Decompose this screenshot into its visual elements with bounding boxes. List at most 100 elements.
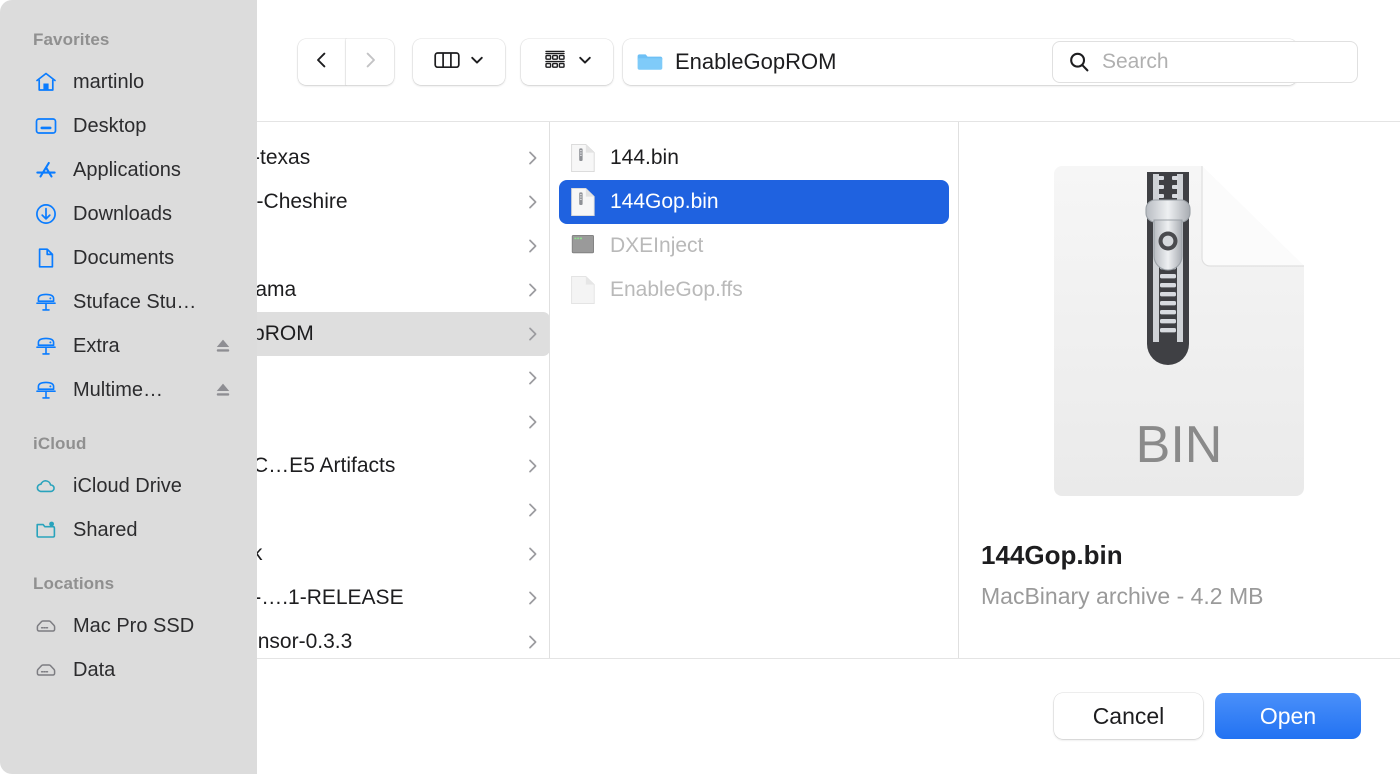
chevron-right-icon	[527, 149, 539, 167]
sidebar-item-label: Shared	[73, 518, 138, 541]
disk-icon	[33, 613, 59, 639]
list-item[interactable]	[257, 224, 549, 268]
column-browser: nights-texas r Lane-Cheshire	[257, 122, 1400, 658]
applications-icon	[33, 157, 59, 183]
folder-name: rance	[257, 366, 519, 390]
search-field[interactable]	[1052, 41, 1358, 83]
binary-file-icon	[570, 187, 596, 217]
file-name: EnableGop.ffs	[610, 278, 743, 301]
file-row[interactable]: EnableGop.ffs	[559, 268, 949, 312]
sidebar: Favorites martinlo Desktop Applications …	[0, 0, 257, 774]
chevron-right-icon	[527, 325, 539, 343]
sidebar-item-stuface-studio[interactable]: Stuface Stu…	[0, 280, 257, 324]
open-button[interactable]: Open	[1215, 693, 1361, 739]
chevron-right-icon	[527, 193, 539, 211]
folder-name: Man	[257, 410, 519, 434]
search-input[interactable]	[1102, 50, 1332, 74]
sidebar-section-title-favorites: Favorites	[33, 30, 110, 49]
chevron-right-icon	[527, 281, 539, 299]
chevron-right-icon	[527, 501, 539, 519]
disk-icon	[33, 657, 59, 683]
sidebar-item-label: martinlo	[73, 70, 145, 93]
folder-name: :OS XC…E5 Artifacts	[257, 454, 396, 477]
server-icon	[33, 333, 59, 359]
sidebar-group-favorites: Favorites martinlo Desktop Applications …	[0, 30, 257, 412]
shared-folder-icon	[33, 517, 59, 543]
sidebar-item-label: Mac Pro SSD	[73, 614, 195, 637]
sidebar-item-multimedia[interactable]: Multime…	[0, 368, 257, 412]
list-item[interactable]: nCore-….1-RELEASE	[257, 576, 549, 620]
chevron-right-icon	[527, 413, 539, 431]
chevron-left-icon	[312, 50, 332, 75]
forward-button	[346, 39, 394, 85]
sidebar-item-documents[interactable]: Documents	[0, 236, 257, 280]
sidebar-item-shared[interactable]: Shared	[0, 508, 257, 552]
back-button[interactable]	[298, 39, 346, 85]
blank-file-icon	[570, 275, 596, 305]
folder-name: bleGopROM	[257, 322, 314, 345]
preview-file-name: 144Gop.bin	[981, 540, 1123, 570]
chevron-right-icon	[527, 633, 539, 651]
sidebar-section-title-icloud: iCloud	[33, 434, 87, 453]
sidebar-item-applications[interactable]: Applications	[0, 148, 257, 192]
chevron-right-icon	[527, 545, 539, 563]
group-items-icon	[541, 48, 569, 77]
cancel-button[interactable]: Cancel	[1054, 693, 1203, 739]
list-item[interactable]: Man	[257, 400, 549, 444]
preview-metadata: 144Gop.bin MacBinary archive - 4.2 MB	[959, 540, 1398, 610]
search-icon	[1067, 50, 1091, 74]
chevron-down-icon	[469, 52, 485, 73]
browser-column-folders[interactable]: nights-texas r Lane-Cheshire	[257, 122, 550, 658]
file-name: 144Gop.bin	[610, 190, 719, 213]
file-row[interactable]: DXEInject	[559, 224, 949, 268]
list-item[interactable]: r Lane-Cheshire	[257, 180, 549, 224]
column-view-icon	[433, 49, 461, 76]
sidebar-item-extra[interactable]: Extra	[0, 324, 257, 368]
sidebar-item-label: Multime…	[73, 378, 164, 401]
file-row-selected[interactable]: 144Gop.bin	[559, 180, 949, 224]
chevron-right-icon	[527, 369, 539, 387]
sidebar-item-data[interactable]: Data	[0, 648, 257, 692]
sidebar-item-desktop[interactable]: Desktop	[0, 104, 257, 148]
chevron-right-icon	[360, 50, 380, 75]
browser-column-files[interactable]: 144.bin 144Gop.bin DXEInject EnableGop.f…	[550, 122, 959, 658]
list-item-selected[interactable]: bleGopROM	[257, 312, 549, 356]
preview-file-kind-size: MacBinary archive - 4.2 MB	[981, 583, 1264, 609]
eject-icon[interactable]	[213, 380, 233, 400]
list-item[interactable]: ty	[257, 488, 549, 532]
sidebar-item-icloud-drive[interactable]: iCloud Drive	[0, 464, 257, 508]
chevron-right-icon	[527, 457, 539, 475]
sidebar-item-label: Applications	[73, 158, 181, 181]
list-item[interactable]: e_diorama	[257, 268, 549, 312]
preview-icon: BIN	[959, 136, 1398, 540]
binary-file-icon	[570, 143, 596, 173]
sidebar-item-label: Downloads	[73, 202, 172, 225]
group-items-button[interactable]	[521, 39, 613, 85]
list-item[interactable]: nights-texas	[257, 136, 549, 180]
folder-name: nCore-….1-RELEASE	[257, 586, 404, 609]
sidebar-item-label: Stuface Stu…	[73, 290, 197, 313]
dialog-footer: Cancel Open	[257, 658, 1400, 774]
sidebar-section-title-locations: Locations	[33, 574, 115, 593]
preview-pane: BIN 144Gop.bin MacBinary archive - 4.2 M…	[959, 122, 1398, 658]
folder-name: ty	[257, 498, 519, 522]
list-item[interactable]: rance	[257, 356, 549, 400]
folder-icon	[636, 50, 664, 74]
sidebar-item-downloads[interactable]: Downloads	[0, 192, 257, 236]
sidebar-group-icloud: iCloud iCloud Drive Shared	[0, 434, 257, 552]
sidebar-item-martinlo[interactable]: martinlo	[0, 60, 257, 104]
desktop-icon	[33, 113, 59, 139]
list-item[interactable]: eonSensor-0.3.3	[257, 620, 549, 658]
file-name: 144.bin	[610, 146, 679, 169]
list-item[interactable]: :OS XC…E5 Artifacts	[257, 444, 549, 488]
sidebar-item-label: Documents	[73, 246, 175, 269]
folder-name: ro park	[257, 542, 519, 566]
list-item[interactable]: ro park	[257, 532, 549, 576]
eject-icon[interactable]	[213, 336, 233, 356]
sidebar-item-mac-pro-ssd[interactable]: Mac Pro SSD	[0, 604, 257, 648]
toolbar: EnableGopROM	[257, 0, 1400, 122]
file-name: DXEInject	[610, 234, 704, 257]
downloads-icon	[33, 201, 59, 227]
view-mode-button[interactable]	[413, 39, 505, 85]
file-row[interactable]: 144.bin	[559, 136, 949, 180]
